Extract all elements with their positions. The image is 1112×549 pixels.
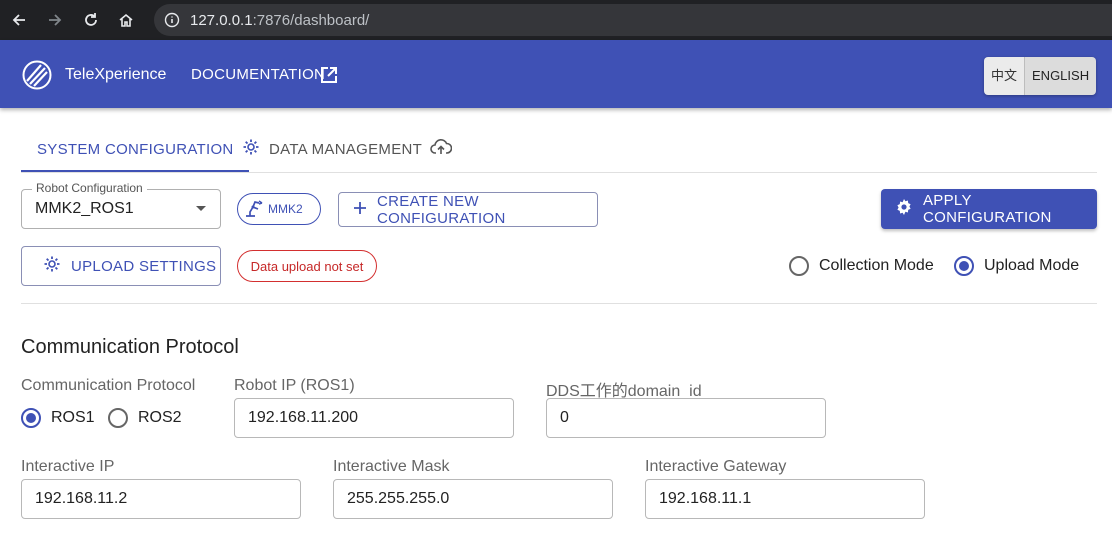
radio-checked-icon — [21, 408, 41, 428]
chip-label: MMK2 — [268, 202, 303, 216]
radio-unchecked-icon — [789, 256, 809, 276]
section-title: Communication Protocol — [21, 336, 239, 358]
active-tab-indicator — [21, 170, 249, 172]
plus-icon — [353, 201, 367, 219]
radio-label: ROS2 — [138, 409, 182, 426]
tab-data-management[interactable]: DATA MANAGEMENT — [269, 126, 453, 172]
lang-zh-button[interactable]: 中文 — [984, 57, 1025, 95]
robot-config-legend: Robot Configuration — [32, 181, 147, 195]
robot-arm-icon — [244, 199, 264, 220]
address-bar[interactable]: 127.0.0.1:7876/dashboard/ — [154, 4, 1112, 36]
dropdown-arrow-icon — [196, 206, 206, 211]
back-icon[interactable] — [7, 8, 31, 32]
cloud-upload-icon — [430, 138, 453, 160]
tab-label: DATA MANAGEMENT — [269, 140, 423, 158]
logo-icon — [22, 60, 52, 90]
radio-unchecked-icon — [108, 408, 128, 428]
main-tabs: SYSTEM CONFIGURATION DATA MANAGEMENT — [21, 126, 1097, 173]
interactive-gateway-field[interactable]: 192.168.11.1 — [645, 479, 925, 519]
protocol-label: Communication Protocol — [21, 377, 196, 394]
radio-label: ROS1 — [51, 409, 95, 426]
url-text: 127.0.0.1:7876/dashboard/ — [190, 12, 370, 29]
radio-checked-icon — [954, 256, 974, 276]
reload-icon[interactable] — [79, 8, 103, 32]
language-toggle: 中文 ENGLISH — [984, 57, 1097, 95]
robot-ip-label: Robot IP (ROS1) — [234, 377, 355, 394]
create-configuration-button[interactable]: CREATE NEW CONFIGURATION — [338, 192, 598, 227]
app-header: TeleXperience DOCUMENTATION 中文 ENGLISH — [0, 40, 1112, 108]
section-divider — [21, 303, 1097, 304]
robot-model-chip[interactable]: MMK2 — [237, 193, 321, 225]
robot-ip-field[interactable]: 192.168.11.200 — [234, 398, 514, 438]
home-icon[interactable] — [114, 8, 138, 32]
gear-icon — [895, 198, 913, 220]
browser-toolbar: 127.0.0.1:7876/dashboard/ — [0, 0, 1112, 40]
upload-settings-button[interactable]: UPLOAD SETTINGS — [21, 246, 221, 286]
upload-status-badge: Data upload not set — [237, 250, 377, 282]
robot-config-select[interactable]: Robot Configuration MMK2_ROS1 — [21, 181, 221, 229]
dds-domain-field[interactable]: 0 — [546, 398, 826, 438]
interactive-gateway-label: Interactive Gateway — [645, 458, 787, 475]
radio-label: Collection Mode — [819, 257, 934, 274]
external-link-icon[interactable] — [320, 66, 338, 84]
brand-name: TeleXperience — [65, 66, 167, 83]
interactive-ip-label: Interactive IP — [21, 458, 115, 475]
interactive-ip-field[interactable]: 192.168.11.2 — [21, 479, 301, 519]
forward-icon[interactable] — [43, 8, 67, 32]
button-label: UPLOAD SETTINGS — [71, 257, 217, 275]
radio-collection-mode[interactable]: Collection Mode — [789, 256, 934, 276]
apply-configuration-button[interactable]: APPLY CONFIGURATION — [881, 189, 1097, 229]
tab-label: SYSTEM CONFIGURATION — [37, 140, 234, 158]
robot-config-value: MMK2_ROS1 — [35, 200, 134, 217]
gear-icon — [43, 255, 61, 277]
radio-ros2[interactable]: ROS2 — [108, 408, 182, 428]
tab-system-configuration[interactable]: SYSTEM CONFIGURATION — [37, 126, 260, 172]
button-label: CREATE NEW CONFIGURATION — [377, 192, 506, 227]
documentation-link[interactable]: DOCUMENTATION — [191, 66, 325, 83]
radio-label: Upload Mode — [984, 257, 1080, 274]
interactive-mask-field[interactable]: 255.255.255.0 — [333, 479, 613, 519]
radio-ros1[interactable]: ROS1 — [21, 408, 95, 428]
gear-icon — [242, 138, 260, 160]
radio-upload-mode[interactable]: Upload Mode — [954, 256, 1079, 276]
site-info-icon[interactable] — [164, 12, 180, 33]
interactive-mask-label: Interactive Mask — [333, 458, 450, 475]
button-label: APPLY CONFIGURATION — [923, 192, 1052, 226]
lang-en-button[interactable]: ENGLISH — [1024, 57, 1097, 95]
